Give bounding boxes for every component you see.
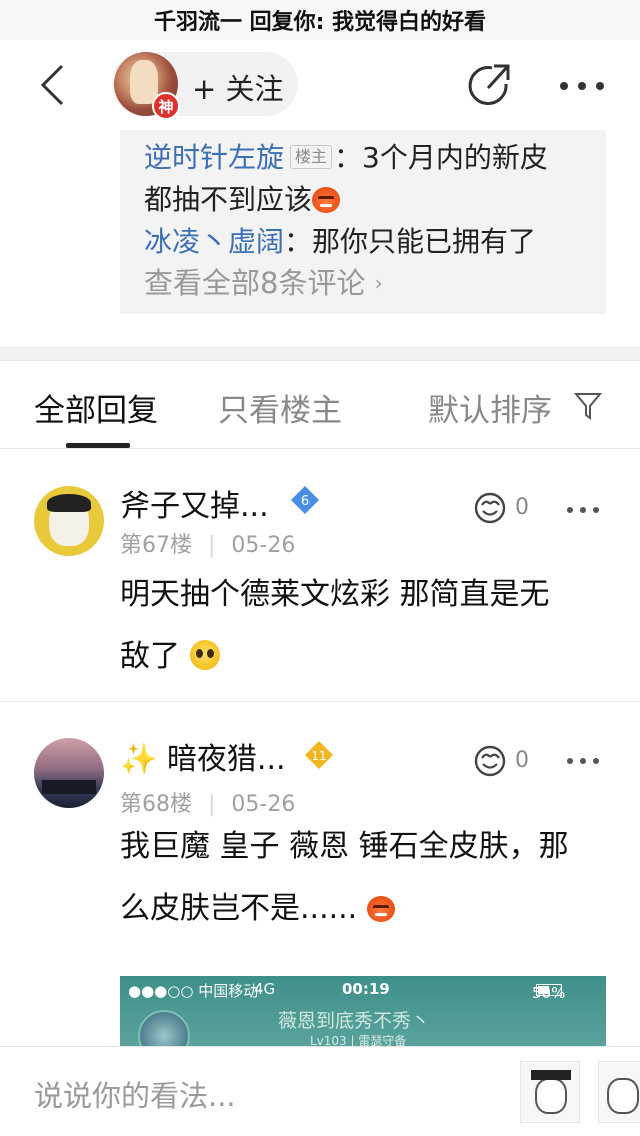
embedded-screenshot[interactable]: ●●●○○ 中国移动 4G 00:19 50% 薇恩到底秀不秀丶 Lv103 |… xyxy=(120,976,606,1046)
header: 神 + 关注 xyxy=(0,40,640,130)
like-count: 0 xyxy=(515,495,529,520)
comment-username[interactable]: 冰凌丶虚阔 xyxy=(144,225,284,258)
tab-owner-only[interactable]: 只看楼主 xyxy=(218,385,342,430)
reply-date: 05-26 xyxy=(231,533,296,558)
more-dots-icon xyxy=(560,82,604,90)
sticker-button[interactable] xyxy=(520,1061,580,1123)
comment-text: 那你只能已拥有了 xyxy=(312,225,537,258)
tab-all-replies[interactable]: 全部回复 xyxy=(34,385,158,430)
avatar[interactable] xyxy=(34,738,104,808)
avatar xyxy=(138,1010,190,1046)
more-button[interactable] xyxy=(556,62,608,110)
reply-meta: 第68楼 | 05-26 xyxy=(120,792,296,817)
reply-username[interactable]: ✨ 暗夜猎... xyxy=(120,734,286,778)
sort-dropdown[interactable]: 默认排序 xyxy=(428,385,552,430)
comment-text: 都抽不到应该 xyxy=(144,183,313,216)
tab-indicator xyxy=(66,443,130,448)
reply-content: 我巨魔 皇子 薇恩 锤石全皮肤，那 么皮肤岂不是...... xyxy=(120,829,569,926)
share-button[interactable] xyxy=(466,62,514,110)
like-icon[interactable] xyxy=(472,491,508,525)
comment-bar: 说说你的看法... xyxy=(0,1046,640,1136)
battery-icon xyxy=(536,984,562,996)
view-all-comments-link[interactable]: 查看全部8条评论 › xyxy=(144,260,383,302)
embedded-subtitle: Lv103 | 雷瑟守备 xyxy=(310,1034,407,1046)
reply-date: 05-26 xyxy=(231,792,296,817)
owner-tag: 楼主 xyxy=(290,145,333,169)
pleading-emoji-icon xyxy=(189,640,220,670)
like-icon[interactable] xyxy=(472,744,508,778)
chevron-left-icon xyxy=(40,64,64,106)
notification-text: 千羽流一 回复你: 我觉得白的好看 xyxy=(153,10,487,35)
sticker-button[interactable] xyxy=(598,1061,640,1123)
section-divider xyxy=(0,347,640,361)
floor-number: 第67楼 xyxy=(120,533,192,558)
more-dots-icon[interactable] xyxy=(566,505,600,515)
comment-text: 3个月内的新皮 xyxy=(362,141,548,174)
comment-input[interactable]: 说说你的看法... xyxy=(34,1073,236,1115)
sparkle-icon: ✨ xyxy=(120,742,158,777)
embedded-status-bar: ●●●○○ 中国移动 4G 00:19 50% xyxy=(128,980,566,1002)
notification-banner[interactable]: 千羽流一 回复你: 我觉得白的好看 xyxy=(0,0,640,40)
level-badge-icon: 11 xyxy=(305,741,333,769)
comment-preview: 逆时针左旋 楼主 ：3个月内的新皮 都抽不到应该 冰凌丶虚阔：那你只能已拥有了 查看… xyxy=(120,130,606,314)
more-dots-icon[interactable] xyxy=(566,756,600,766)
reply-content: 明天抽个德莱文炫彩 那简直是无 敌了 xyxy=(120,577,550,674)
preview-comment[interactable]: 冰凌丶虚阔：那你只能已拥有了 xyxy=(144,220,536,260)
embedded-title: 薇恩到底秀不秀丶 xyxy=(278,1010,431,1032)
reply-username[interactable]: 斧子又掉... xyxy=(120,481,269,525)
svg-text:6: 6 xyxy=(301,494,309,509)
page: 千羽流一 回复你: 我觉得白的好看 神 + 关注 逆时针左旋 楼主 ：3个月内的… xyxy=(0,0,640,1136)
reply-item: 斧子又掉... 6 第67楼 | 05-26 0 明天抽个德莱文炫彩 那简直是无 敌… xyxy=(0,449,640,701)
reply-meta: 第67楼 | 05-26 xyxy=(120,533,296,558)
svg-text:11: 11 xyxy=(311,749,326,763)
angry-emoji-icon xyxy=(366,896,395,922)
god-badge: 神 xyxy=(152,92,180,120)
share-arrow-icon xyxy=(468,64,510,106)
level-badge-icon: 6 xyxy=(291,486,319,514)
preview-comment[interactable]: 逆时针左旋 楼主 ：3个月内的新皮 xyxy=(144,136,548,176)
follow-button[interactable]: 神 + 关注 xyxy=(112,52,298,120)
chevron-right-icon: › xyxy=(374,271,383,295)
preview-comment-cont: 都抽不到应该 xyxy=(144,178,341,218)
reply-item: ✨ 暗夜猎... 11 第68楼 | 05-26 0 我巨魔 皇子 薇恩 锤石全皮肤… xyxy=(0,702,640,976)
comment-username[interactable]: 逆时针左旋 xyxy=(144,141,284,174)
avatar[interactable] xyxy=(34,486,104,556)
follow-label: + 关注 xyxy=(192,72,284,106)
back-button[interactable] xyxy=(30,60,80,110)
angry-emoji-icon xyxy=(312,187,341,213)
reply-tabs: 全部回复 只看楼主 默认排序 xyxy=(0,361,640,449)
filter-icon[interactable] xyxy=(574,391,602,421)
floor-number: 第68楼 xyxy=(120,792,192,817)
like-count: 0 xyxy=(515,748,529,773)
